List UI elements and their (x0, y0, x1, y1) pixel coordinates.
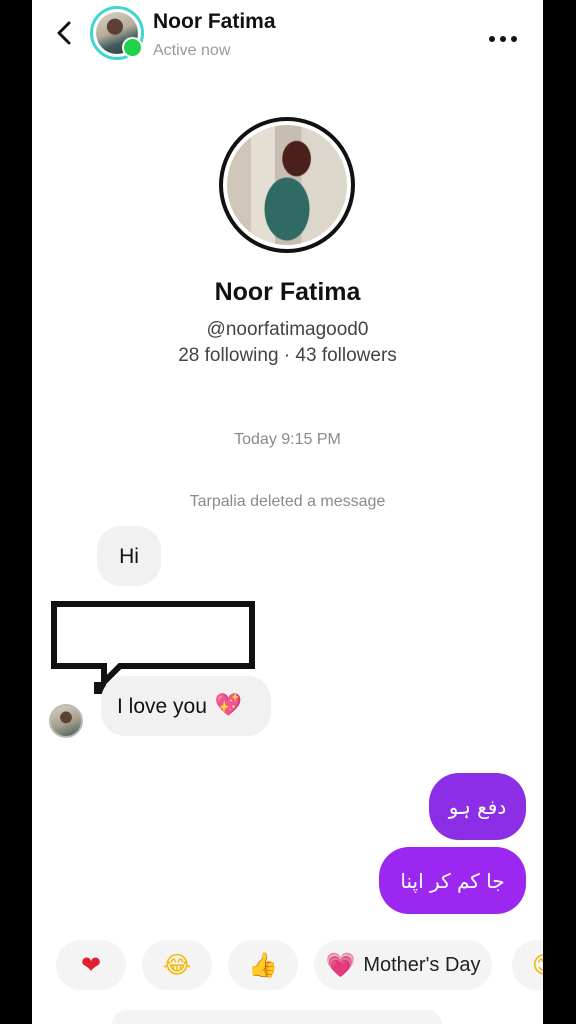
deleted-message-notice: Tarpalia deleted a message (189, 493, 386, 510)
follow-stats: 28 following · 43 followers (178, 345, 397, 366)
smile-icon: 😊 (532, 953, 543, 977)
sent-message[interactable]: جا کم کر اپنا (379, 847, 526, 914)
heart-icon: 💗 (325, 951, 356, 979)
message-input-bar[interactable] (112, 1010, 442, 1024)
quick-reaction-thumbs-up[interactable]: 👍 (228, 940, 298, 990)
message-text: I love you (117, 694, 207, 718)
profile-handle: @noorfatimagood0 (206, 319, 369, 340)
heart-icon: ❤ (80, 951, 102, 979)
sparkling-heart-icon: 💖 (214, 693, 243, 718)
sent-message[interactable]: دفع ہو (429, 773, 526, 840)
profile-avatar[interactable] (219, 117, 355, 253)
back-arrow-icon[interactable] (52, 20, 78, 46)
message-timestamp: Today 9:15 PM (234, 431, 341, 448)
quick-reaction-heart[interactable]: ❤ (56, 940, 126, 990)
chat-screen: Noor Fatima Active now Noor Fatima @noor… (32, 0, 543, 1024)
thumbs-up-icon: 👍 (248, 951, 278, 979)
message-text: جا کم کر اپنا (400, 868, 505, 893)
message-text: Hi (119, 544, 139, 568)
quick-reaction-laugh[interactable]: 😂 (142, 940, 212, 990)
received-message[interactable]: Hi (97, 526, 161, 586)
quick-reaction-smile[interactable]: 😊 (512, 940, 543, 990)
laughing-face-icon: 😂 (162, 951, 192, 979)
header-username[interactable]: Noor Fatima (153, 10, 276, 34)
received-message[interactable]: I love you 💖 (101, 676, 271, 736)
quick-reaction-bar: ❤ 😂 👍 💗 Mother's Day 😊 (32, 940, 543, 992)
quick-reaction-mothers-day[interactable]: 💗 Mother's Day (314, 940, 492, 990)
sender-avatar[interactable] (49, 704, 83, 738)
profile-name: Noor Fatima (214, 278, 361, 306)
header-active-status: Active now (153, 42, 231, 59)
message-text: دفع ہو (448, 794, 507, 819)
quick-reaction-label: Mother's Day (363, 953, 481, 976)
more-options-icon[interactable] (488, 30, 518, 42)
online-status-dot (122, 37, 143, 58)
